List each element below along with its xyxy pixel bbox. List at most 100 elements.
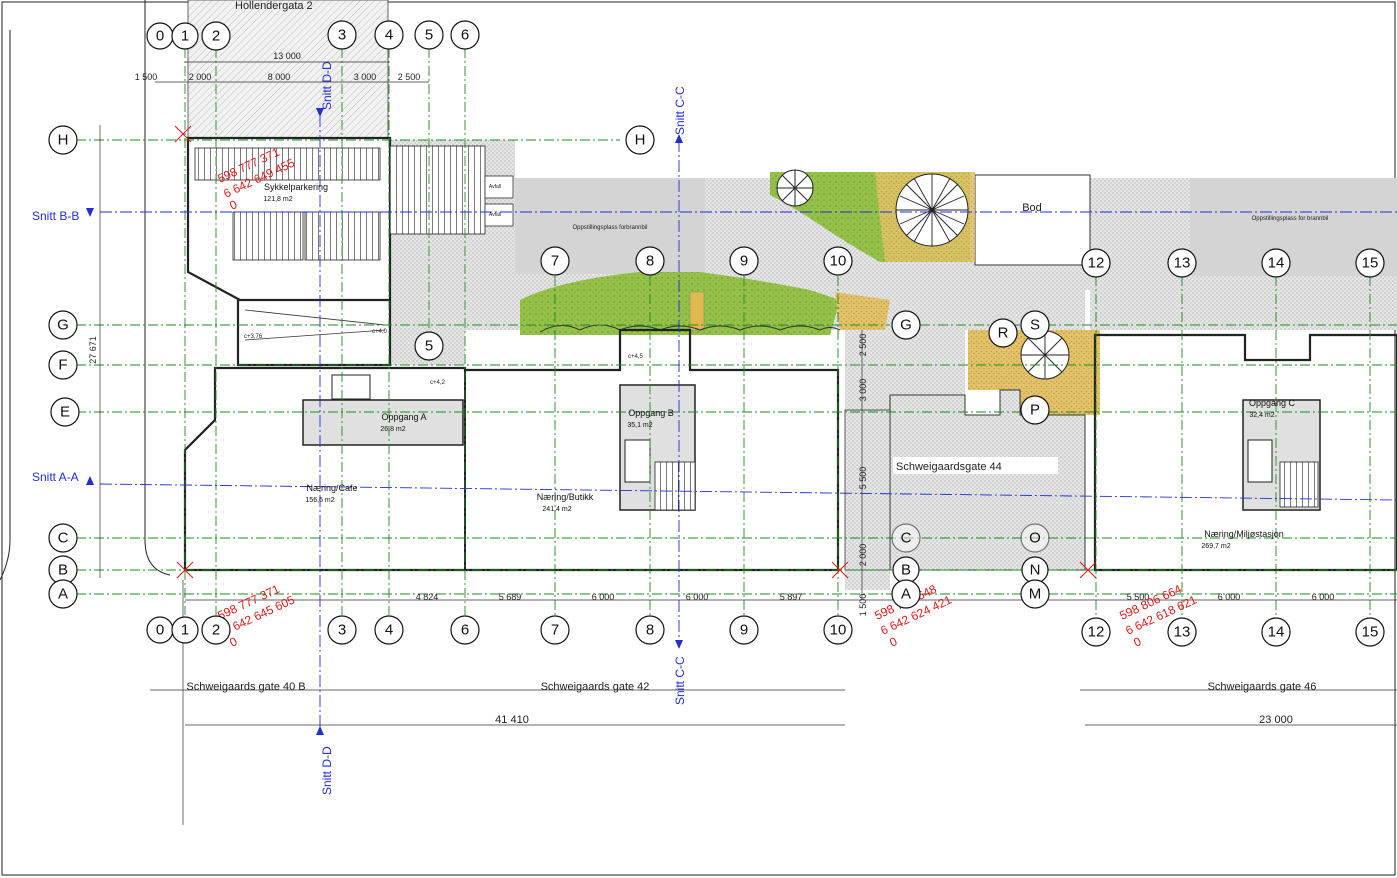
svg-text:9: 9 [740,253,748,270]
grid-bubble-bottom-8: 8 [635,615,665,645]
grid-bubble-mid-12: 12 [1081,248,1111,278]
grid-bubble-C2: C [891,523,921,553]
curb-line [144,0,171,576]
svg-text:0: 0 [156,622,164,639]
dim-bottom-e: 5 897 [780,592,803,602]
room-miljo-name: Næring/Miljøstasjon [1204,529,1284,539]
tree-north-large [895,173,969,247]
svg-text:6: 6 [461,27,469,44]
svg-text:12: 12 [1088,255,1105,272]
grid-bubble-bottom-7: 7 [540,615,570,645]
svg-text:H: H [58,132,69,149]
grid-bubble-mid-9: 9 [729,246,759,276]
stairs-b [654,461,696,511]
dim-total-top: 13 000 [273,51,301,61]
dim-bottom-a: 4 824 [416,592,439,602]
svg-text:P: P [1030,402,1040,419]
svg-text:G: G [900,317,912,334]
svg-text:13: 13 [1174,624,1191,641]
fire-area-right-label: Oppstillingsplass for brannbil [1252,216,1329,222]
svg-text:3: 3 [338,27,346,44]
room-gate44: Schweigaardsgate 44 [896,461,1002,473]
svg-text:0: 0 [156,28,164,45]
svg-text:4: 4 [385,27,393,44]
total-right: 23 000 [1259,714,1293,726]
grid-bubble-mid-14: 14 [1261,248,1291,278]
section-label-cc-bottom: Snitt C-C [673,656,687,705]
svg-text:10: 10 [830,622,847,639]
grid-bubble-left-G: G [48,310,78,340]
svg-text:E: E [60,404,70,421]
dim-mid-4: 5 500 [858,467,868,490]
grid-bubble-N: N [1021,556,1049,584]
waste-label-1: Avfall [489,184,501,190]
svg-text:A: A [58,586,68,603]
svg-text:7: 7 [551,622,559,639]
dim-mid-1: 2 500 [858,334,868,357]
stairs-c [1279,461,1319,508]
street-46: Schweigaards gate 46 [1208,681,1317,693]
grid-bubble-bottom-15: 15 [1355,617,1385,647]
grid-bubble-P: P [1020,395,1050,425]
dim-top-2: 2 000 [189,72,212,82]
svg-text:N: N [1030,562,1041,579]
section-label-dd-top: Snitt D-D [320,61,334,110]
dim-top-4: 3 000 [354,72,377,82]
svg-text:5: 5 [425,338,433,355]
grid-bubble-bottom-3: 3 [327,615,357,645]
room-sykkel-area: 121,8 m2 [263,196,292,203]
bike-racks-left [232,211,304,261]
grid-bubble-top-1: 1 [171,22,199,50]
svg-text:1: 1 [181,622,189,639]
room-cafe-name: Næring/Cafe [306,483,357,493]
svg-text:S: S [1030,317,1040,334]
svg-text:M: M [1029,586,1042,603]
fire-area-left-label: Oppstillingsplass forbrannbil [572,225,647,231]
grid-bubble-bottom-1: 1 [171,616,199,644]
room-oppB-name: Oppgang B [628,408,674,418]
room-oppC-name: Oppgang C [1249,398,1296,408]
svg-text:B: B [58,562,68,579]
dim-bottom-g: 6 000 [1218,592,1241,602]
svg-text:6: 6 [461,622,469,639]
grid-bubble-top-3: 3 [327,20,357,50]
room-sykkel-name: Sykkelparkering [264,182,328,192]
tree-north-small [776,169,814,207]
coord-2c: 0 [227,634,239,650]
elevator-a [331,374,371,400]
svg-text:A: A [901,586,911,603]
grid-bubble-G-right: G [891,310,921,340]
grid-bubble-bottom-0: 0 [146,616,174,644]
section-label-bb: Snitt B-B [32,209,79,223]
dim-top-5: 2 500 [398,72,421,82]
grid-bubble-5a: 5 [414,331,444,361]
room-butikk-area: 241,4 m2 [542,506,571,513]
grid-bubble-bottom-14: 14 [1261,617,1291,647]
room-miljo-area: 269,7 m2 [1201,543,1230,550]
grid-bubble-mid-10: 10 [823,246,853,276]
svg-text:12: 12 [1088,624,1105,641]
room-oppA-area: 26,8 m2 [380,426,405,433]
svg-text:F: F [58,357,67,374]
room-bod: Bod [1022,202,1042,214]
svg-text:1: 1 [181,28,189,45]
grid-bubble-A2: A [891,579,921,609]
grid-bubble-H-right: H [625,125,655,155]
grid-bubble-left-E: E [50,397,80,427]
svg-text:5: 5 [425,27,433,44]
grid-bubble-mid-8: 8 [635,246,665,276]
grid-bubble-top-0: 0 [146,22,174,50]
svg-text:10: 10 [830,253,847,270]
grid-bubble-left-F: F [48,350,78,380]
waste-label-2: Avfall [489,212,501,218]
svg-text:G: G [57,317,69,334]
room-cafe-area: 156,6 m2 [305,497,334,504]
grid-bubble-S: S [1020,310,1050,340]
svg-text:9: 9 [740,622,748,639]
svg-text:14: 14 [1268,624,1285,641]
svg-text:H: H [635,132,646,149]
room-butikk-name: Næring/Butikk [537,492,594,502]
svg-text:4: 4 [385,622,393,639]
level-3: c+4,2 [430,380,446,386]
svg-text:R: R [998,325,1009,342]
